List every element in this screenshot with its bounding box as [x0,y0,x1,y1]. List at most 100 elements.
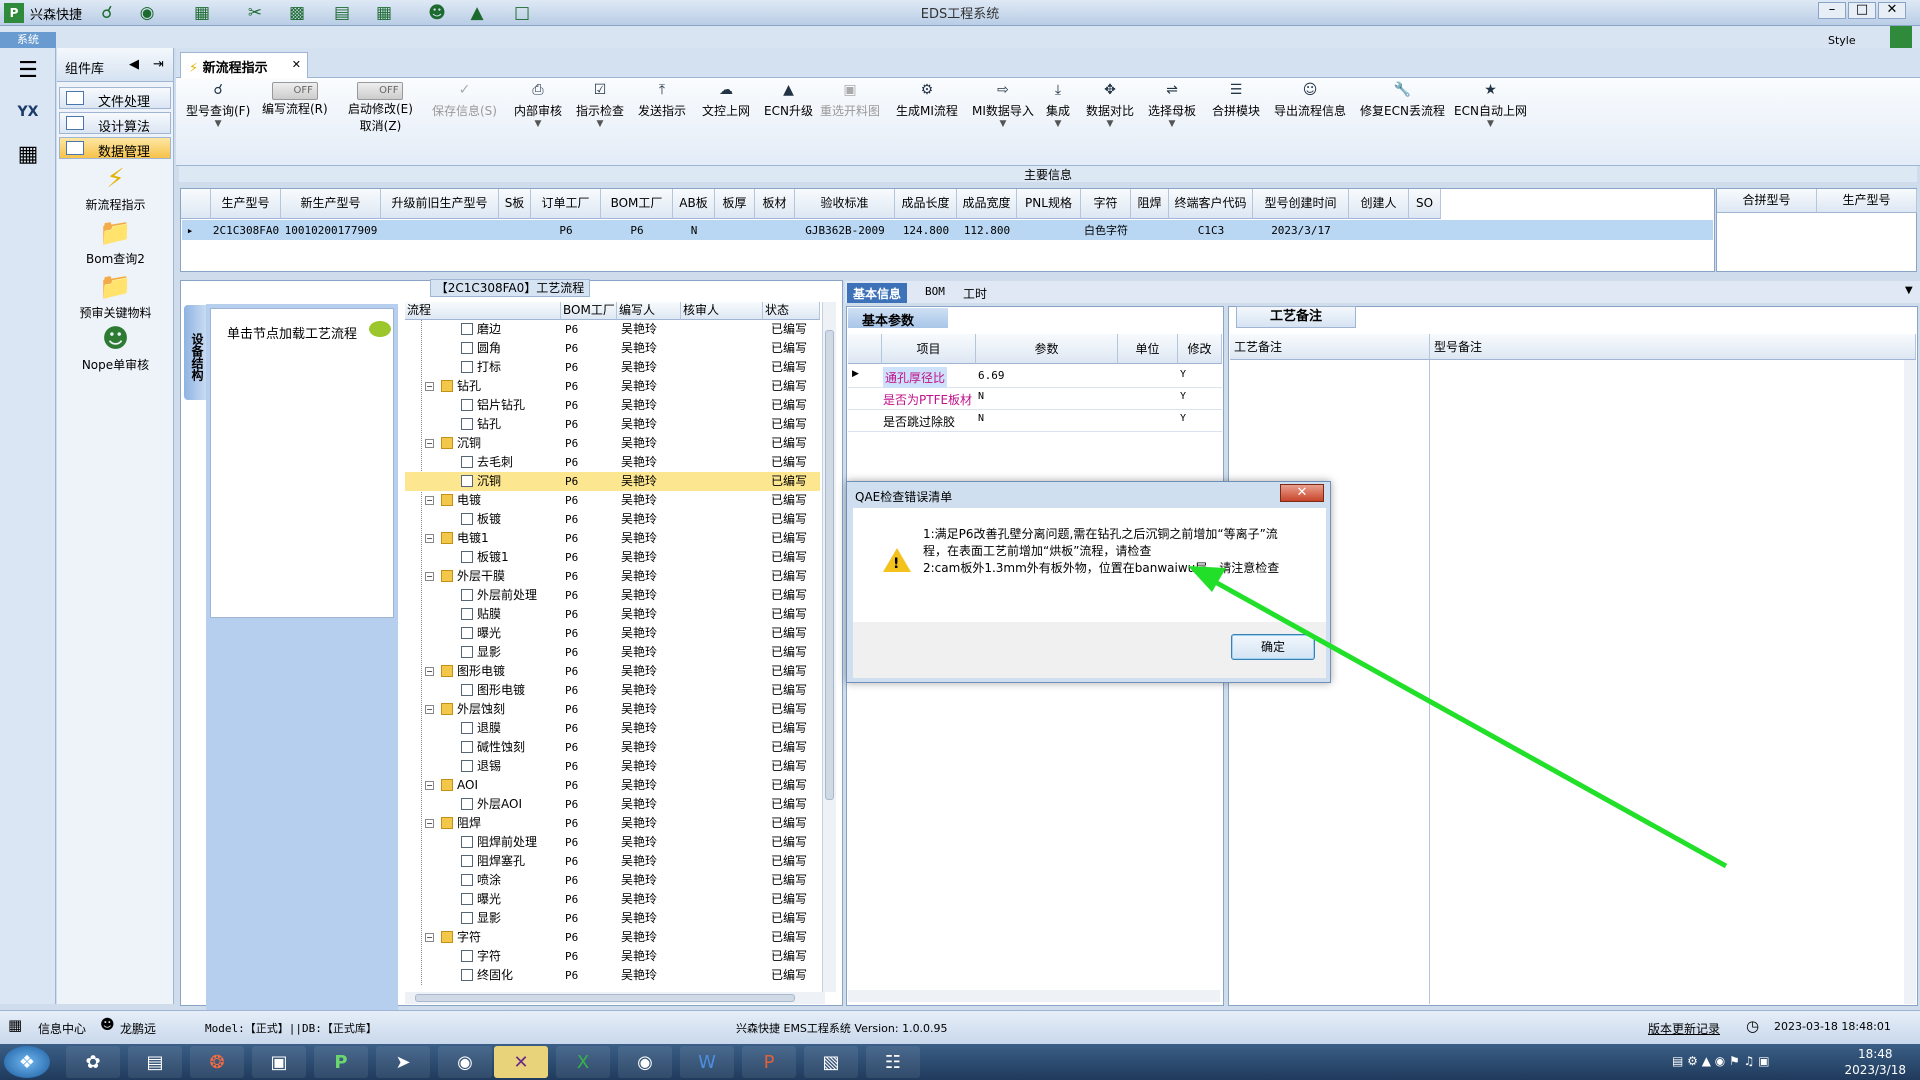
comp-item-data-management[interactable]: 数据管理 [59,137,171,160]
big-item-bom-query[interactable]: 📁 Bom查询2 [57,218,174,267]
column-header[interactable]: 合拼型号 [1717,189,1817,213]
tab-work-hours[interactable]: 工时 [957,283,993,303]
tree-row[interactable]: 外层前处理 P6 吴艳玲 已编写 [405,586,820,605]
table-cell[interactable]: 2C1C308FA0 [211,221,281,240]
tree-row[interactable]: 板镀 P6 吴艳玲 已编写 [405,510,820,529]
column-header[interactable]: 字符 [1081,189,1131,219]
table-cell[interactable]: GJB362B-2009 [795,221,895,240]
column-header[interactable]: 型号备注 [1430,334,1916,360]
table-cell[interactable]: P6 [601,221,673,240]
comp-item-design-algorithm[interactable]: 设计算法 [59,112,171,135]
menu-icon[interactable]: ☰ [8,52,48,88]
column-header[interactable]: 创建人 [1349,189,1409,219]
tree-row[interactable]: 阻焊前处理 P6 吴艳玲 已编写 [405,833,820,852]
scroll-thumb[interactable] [415,994,795,1002]
tree-node[interactable]: 外层干膜 [441,567,505,586]
taskbar-x-app-icon[interactable]: ✕ [494,1046,548,1078]
search-icon[interactable]: ☌ [95,2,119,24]
tree-horizontal-scrollbar[interactable] [405,992,825,1004]
table-cell[interactable]: 112.800 [957,221,1017,240]
tree-node[interactable]: 沉铜 [461,472,501,491]
tree-row[interactable]: 板镀1 P6 吴艳玲 已编写 [405,548,820,567]
collapse-toggle-icon[interactable]: − [425,534,434,543]
tree-node[interactable]: 字符 [461,947,501,966]
chart-icon[interactable]: ▤ [330,2,354,24]
tree-node[interactable]: 沉铜 [441,434,481,453]
collapse-icon[interactable]: ◀ [129,57,139,72]
tree-row[interactable]: 终固化 P6 吴艳玲 已编写 [405,966,820,985]
column-header[interactable]: 编写人 [617,302,681,320]
tree-node[interactable]: 退锡 [461,757,501,776]
collapse-toggle-icon[interactable]: − [425,819,434,828]
tree-row[interactable]: − 沉铜 P6 吴艳玲 已编写 [405,434,820,453]
user-icon[interactable]: ☻ [425,2,449,24]
tray-icons[interactable]: ▤ ⚙ ▲ ◉ ⚑ ♫ ▣ [1672,1054,1770,1068]
tree-row[interactable]: 显影 P6 吴艳玲 已编写 [405,909,820,928]
mountain-icon[interactable]: ▲ [465,2,489,24]
table-icon[interactable]: ▦ [190,2,214,24]
column-header[interactable]: 升级前旧生产型号 [381,189,499,219]
generate-mi-button[interactable]: ⚙ 生成MI流程 [896,82,958,119]
tree-row[interactable]: 磨边 P6 吴艳玲 已编写 [405,320,820,339]
table-cell[interactable] [381,221,499,240]
process-tree[interactable]: 流程 BOM工厂 编写人 核审人 状态 磨边 P6 吴艳玲 已编写 圆角 P6 吴艳玲 已编写 打标 P6… [405,302,820,992]
calculator-icon[interactable]: ▦ [8,136,48,172]
ok-button[interactable]: 确定 [1231,634,1315,660]
taskbar-excel-icon[interactable]: X [556,1046,610,1078]
basic-params-header[interactable]: 基本参数 [848,308,948,329]
table-cell[interactable] [499,221,531,240]
table-cell[interactable]: 白色字符 [1081,221,1131,240]
minimize-button[interactable]: – [1818,2,1846,19]
tree-node[interactable]: 贴膜 [461,605,501,624]
grid-icon[interactable]: ▦ [372,2,396,24]
taskbar-clock[interactable]: 18:48 2023/3/18 [1844,1046,1906,1078]
instruction-check-button[interactable]: ☑ 指示检查 ▼ [576,82,624,129]
tree-row[interactable]: 阻焊塞孔 P6 吴艳玲 已编写 [405,852,820,871]
tab-device-structure[interactable]: 设备结构 [184,305,206,400]
tree-row[interactable]: 图形电镀 P6 吴艳玲 已编写 [405,681,820,700]
taskbar-p-app-icon[interactable]: P [314,1046,368,1078]
column-header[interactable]: 项目 [882,334,976,364]
tree-node[interactable]: 阻焊 [441,814,481,833]
tab-basic-info[interactable]: 基本信息 [847,283,908,303]
tree-node[interactable]: 板镀1 [461,548,509,567]
big-item-pre-review[interactable]: 📁 预审关键物料 [57,272,174,321]
tree-row[interactable]: 圆角 P6 吴艳玲 已编写 [405,339,820,358]
tree-row[interactable]: 贴膜 P6 吴艳玲 已编写 [405,605,820,624]
data-compare-button[interactable]: ✥ 数据对比 ▼ [1086,82,1134,129]
tree-node[interactable]: 阻焊塞孔 [461,852,525,871]
column-header[interactable]: 参数 [976,334,1118,364]
big-item-new-process[interactable]: ⚡ 新流程指示 [57,164,174,213]
tree-row[interactable]: 铝片钻孔 P6 吴艳玲 已编写 [405,396,820,415]
tree-node[interactable]: 喷涂 [461,871,501,890]
system-tag[interactable]: 系统 [0,32,56,48]
param-value[interactable]: N [978,391,984,402]
start-button[interactable]: ❖ [4,1046,50,1078]
cancel-label[interactable]: 取消(Z) [360,119,402,133]
table-row[interactable]: ▶ 通孔厚径比 6.69 Y [848,366,1222,388]
collapse-toggle-icon[interactable]: − [425,667,434,676]
table-cell[interactable] [1131,221,1169,240]
column-header[interactable]: 型号创建时间 [1253,189,1349,219]
update-log-link[interactable]: 版本更新记录 [1648,1020,1720,1037]
style-menu[interactable]: Style [1828,34,1856,47]
big-item-nope-review[interactable]: ☻ Nope单审核 [57,324,174,373]
film-icon[interactable]: ▩ [285,2,309,24]
taskbar-eye-app-icon[interactable]: ◉ [438,1046,492,1078]
comp-item-file-processing[interactable]: 文件处理 [59,87,171,110]
monitor-icon[interactable]: □ [510,2,534,24]
tree-node[interactable]: 图形电镀 [461,681,525,700]
collapse-toggle-icon[interactable]: − [425,439,434,448]
column-header[interactable]: 工艺备注 [1230,334,1430,360]
toggle-switch[interactable]: OFF [357,82,404,100]
tree-row[interactable]: 喷涂 P6 吴艳玲 已编写 [405,871,820,890]
column-header[interactable]: 生产型号 [1817,189,1917,213]
process-node-list[interactable]: 单击节点加载工艺流程 [210,308,394,618]
tree-node[interactable]: 外层AOI [461,795,522,814]
tree-node[interactable]: 圆角 [461,339,501,358]
tree-node[interactable]: 去毛刺 [461,453,513,472]
tree-node[interactable]: 外层蚀刻 [441,700,505,719]
internal-review-button[interactable]: ⎙ 内部审核 ▼ [514,82,562,129]
column-header[interactable]: 订单工厂 [531,189,601,219]
tree-node[interactable]: 铝片钻孔 [461,396,525,415]
